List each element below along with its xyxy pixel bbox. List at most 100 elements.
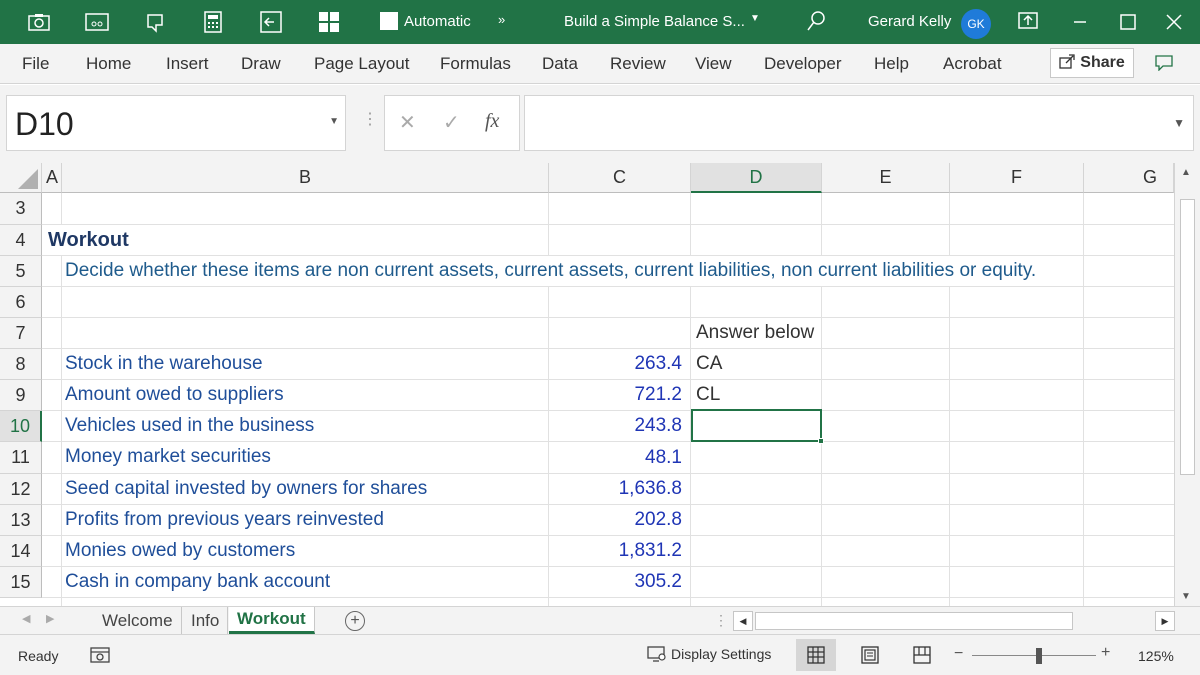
- row-header-7[interactable]: 7: [0, 318, 42, 349]
- row-header-5[interactable]: 5: [0, 256, 42, 287]
- sheet-tab-welcome[interactable]: Welcome: [94, 607, 182, 634]
- enter-icon[interactable]: ✓: [443, 110, 460, 135]
- row-header-9[interactable]: 9: [0, 380, 42, 411]
- scroll-left-icon[interactable]: ◀: [733, 611, 753, 631]
- tab-insert[interactable]: Insert: [166, 54, 209, 74]
- autosave-toggle[interactable]: Automatic: [380, 12, 471, 30]
- gridline: [42, 286, 1174, 287]
- row-header-13[interactable]: 13: [0, 505, 42, 536]
- column-header-c[interactable]: C: [549, 163, 691, 193]
- name-box[interactable]: D10 ▼: [6, 95, 346, 151]
- formula-buttons: ✕ ✓ fx: [384, 95, 520, 151]
- close-icon[interactable]: [1162, 10, 1186, 34]
- chevron-down-icon[interactable]: ▼: [329, 116, 339, 127]
- search-icon[interactable]: [806, 10, 826, 37]
- avatar[interactable]: GK: [961, 9, 991, 39]
- apps-grid-icon[interactable]: [312, 8, 346, 36]
- tab-home[interactable]: Home: [86, 54, 131, 74]
- column-header-g[interactable]: G: [1084, 163, 1174, 193]
- name-box-value: D10: [15, 106, 74, 142]
- horizontal-scrollbar[interactable]: ◀ ▶: [733, 611, 1175, 631]
- scroll-right-icon[interactable]: ▶: [1155, 611, 1175, 631]
- worksheet-grid[interactable]: A B C D E F G 3 4 5 6 7 8 9 10 11 12 13 …: [0, 163, 1200, 606]
- column-header-f[interactable]: F: [950, 163, 1084, 193]
- row-header-15[interactable]: 15: [0, 567, 42, 598]
- expand-formula-bar-icon[interactable]: ▼: [1173, 116, 1185, 130]
- column-header-a[interactable]: A: [42, 163, 62, 193]
- scroll-up-icon[interactable]: ▲: [1181, 167, 1191, 178]
- zoom-out-button[interactable]: −: [954, 645, 963, 663]
- tab-view[interactable]: View: [695, 54, 732, 74]
- row-header-4[interactable]: 4: [0, 225, 42, 256]
- row-header-3[interactable]: 3: [0, 193, 42, 225]
- row-header-6[interactable]: 6: [0, 287, 42, 318]
- scroll-down-icon[interactable]: ▼: [1181, 591, 1191, 602]
- page-layout-view-icon[interactable]: [850, 639, 890, 671]
- minimize-icon[interactable]: [1068, 10, 1092, 34]
- column-header-b[interactable]: B: [62, 163, 549, 193]
- sheet-tab-info[interactable]: Info: [183, 607, 229, 634]
- item-value: 243.8: [634, 415, 682, 436]
- formula-bar-resize-handle[interactable]: ⋮: [362, 109, 378, 129]
- formula-input[interactable]: ▼: [524, 95, 1194, 151]
- touch-mode-icon[interactable]: [138, 8, 172, 36]
- ribbon-display-icon[interactable]: [1018, 11, 1038, 36]
- row-header-14[interactable]: 14: [0, 536, 42, 567]
- tab-help[interactable]: Help: [874, 54, 909, 74]
- chevron-down-icon[interactable]: ▼: [750, 13, 760, 24]
- column-header-d[interactable]: D: [691, 163, 822, 193]
- vertical-scrollbar[interactable]: ▲ ▼: [1174, 163, 1200, 606]
- page-break-view-icon[interactable]: [902, 639, 942, 671]
- row-header-8[interactable]: 8: [0, 349, 42, 380]
- maximize-icon[interactable]: [1116, 10, 1140, 34]
- scrollbar-thumb[interactable]: [1180, 199, 1195, 475]
- sheet-title: Workout: [48, 225, 135, 255]
- item-value: 48.1: [645, 447, 682, 468]
- row-header-10[interactable]: 10: [0, 411, 42, 442]
- share-button[interactable]: Share: [1050, 48, 1134, 78]
- tab-review[interactable]: Review: [610, 54, 666, 74]
- accessibility-icon[interactable]: [80, 8, 114, 36]
- autosave-checkbox[interactable]: [380, 12, 398, 30]
- insert-function-button[interactable]: fx: [485, 110, 499, 133]
- macro-recording-icon[interactable]: [90, 646, 110, 669]
- scrollbar-thumb[interactable]: [755, 612, 1073, 630]
- gridline: [42, 224, 1174, 225]
- exit-icon[interactable]: [254, 8, 288, 36]
- document-title[interactable]: Build a Simple Balance S...: [564, 13, 745, 30]
- more-commands-button[interactable]: »: [498, 12, 505, 27]
- tab-file[interactable]: File: [22, 54, 49, 74]
- user-name[interactable]: Gerard Kelly: [868, 13, 951, 30]
- tab-data[interactable]: Data: [542, 54, 578, 74]
- row-header-12[interactable]: 12: [0, 474, 42, 505]
- zoom-slider[interactable]: [972, 655, 1096, 656]
- sheet-next-icon[interactable]: ▶: [46, 612, 54, 625]
- calculator-icon[interactable]: [196, 8, 230, 36]
- tab-formulas[interactable]: Formulas: [440, 54, 511, 74]
- fill-handle[interactable]: [818, 438, 824, 444]
- camera-icon[interactable]: [22, 8, 56, 36]
- cancel-icon[interactable]: ✕: [399, 110, 416, 135]
- add-sheet-button[interactable]: +: [345, 611, 365, 631]
- tab-developer[interactable]: Developer: [764, 54, 842, 74]
- item-answer[interactable]: CA: [696, 349, 722, 379]
- comments-button[interactable]: [1150, 50, 1178, 76]
- row-header-11[interactable]: 11: [0, 442, 42, 474]
- sheet-tab-workout[interactable]: Workout: [229, 607, 315, 634]
- active-cell-d10[interactable]: [691, 409, 824, 444]
- select-all-button[interactable]: [0, 163, 42, 193]
- tab-draw[interactable]: Draw: [241, 54, 281, 74]
- display-settings-button[interactable]: Display Settings: [647, 646, 771, 662]
- zoom-level[interactable]: 125%: [1138, 648, 1174, 664]
- tab-split-handle[interactable]: ⋮: [714, 612, 728, 629]
- sheet-prev-icon[interactable]: ◀: [22, 612, 30, 625]
- zoom-slider-thumb[interactable]: [1036, 648, 1042, 664]
- tab-acrobat[interactable]: Acrobat: [943, 54, 1002, 74]
- tab-page-layout[interactable]: Page Layout: [314, 54, 409, 74]
- zoom-in-button[interactable]: +: [1101, 644, 1110, 662]
- column-header-e[interactable]: E: [822, 163, 950, 193]
- item-answer[interactable]: CL: [696, 380, 720, 410]
- item-label: Vehicles used in the business: [65, 415, 315, 436]
- item-value: 1,831.2: [618, 540, 682, 561]
- normal-view-icon[interactable]: [796, 639, 836, 671]
